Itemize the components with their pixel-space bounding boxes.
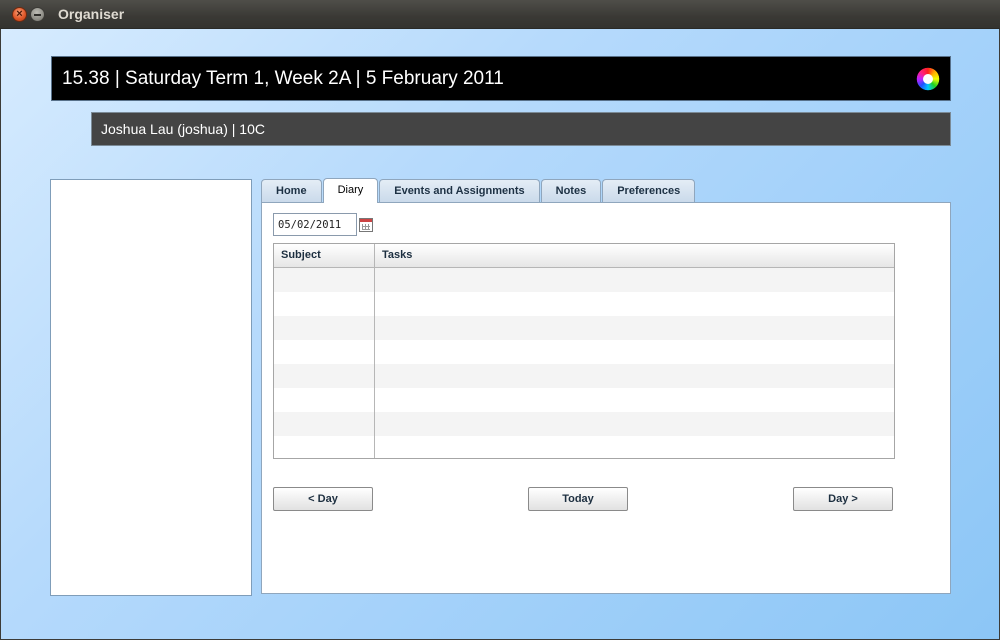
date-header: 15.38 | Saturday Term 1, Week 2A | 5 Feb… xyxy=(51,56,951,101)
table-body xyxy=(274,268,894,458)
subject-cell xyxy=(274,388,375,412)
previous-day-button[interactable]: < Day xyxy=(273,487,373,511)
column-header-subject[interactable]: Subject xyxy=(274,244,375,267)
today-button[interactable]: Today xyxy=(528,487,628,511)
tab-diary[interactable]: Diary xyxy=(322,178,379,203)
tasks-cell xyxy=(375,292,894,316)
tasks-cell xyxy=(375,364,894,388)
date-header-text: 15.38 | Saturday Term 1, Week 2A | 5 Feb… xyxy=(62,68,504,89)
tasks-cell xyxy=(375,340,894,364)
table-row[interactable] xyxy=(274,436,894,458)
subject-cell xyxy=(274,364,375,388)
table-row[interactable] xyxy=(274,292,894,316)
diary-table: Subject Tasks xyxy=(273,243,895,459)
date-input[interactable]: 05/02/2011 xyxy=(273,213,357,236)
tab-home[interactable]: Home xyxy=(261,179,322,203)
next-day-button[interactable]: Day > xyxy=(793,487,893,511)
tasks-cell xyxy=(375,388,894,412)
app-window: × Organiser 15.38 | Saturday Term 1, Wee… xyxy=(0,0,1000,640)
tasks-cell xyxy=(375,268,894,292)
window-title: Organiser xyxy=(58,6,125,22)
subject-cell xyxy=(274,316,375,340)
user-bar: Joshua Lau (joshua) | 10C xyxy=(91,112,951,146)
subject-cell xyxy=(274,340,375,364)
minimize-icon[interactable] xyxy=(30,7,45,22)
tasks-cell xyxy=(375,436,894,458)
tasks-cell xyxy=(375,316,894,340)
tab-events-and-assignments[interactable]: Events and Assignments xyxy=(379,179,540,203)
table-row[interactable] xyxy=(274,388,894,412)
calendar-icon[interactable] xyxy=(359,218,373,232)
subject-cell xyxy=(274,436,375,458)
table-row[interactable] xyxy=(274,316,894,340)
subject-cell xyxy=(274,412,375,436)
diary-panel: 05/02/2011 Subject Tasks < Day Today Day… xyxy=(261,202,951,594)
tab-preferences[interactable]: Preferences xyxy=(602,179,696,203)
table-header: Subject Tasks xyxy=(274,244,894,268)
school-logo-icon xyxy=(915,66,941,92)
side-panel xyxy=(50,179,252,596)
table-row[interactable] xyxy=(274,268,894,292)
column-header-tasks[interactable]: Tasks xyxy=(375,244,894,267)
tab-bar: Home Diary Events and Assignments Notes … xyxy=(261,178,696,203)
user-info: Joshua Lau (joshua) | 10C xyxy=(101,121,265,137)
title-bar: × Organiser xyxy=(0,0,1000,29)
table-row[interactable] xyxy=(274,412,894,436)
subject-cell xyxy=(274,292,375,316)
tasks-cell xyxy=(375,412,894,436)
tab-notes[interactable]: Notes xyxy=(540,179,602,203)
main-content: 15.38 | Saturday Term 1, Week 2A | 5 Feb… xyxy=(1,29,999,639)
table-row[interactable] xyxy=(274,364,894,388)
close-icon[interactable]: × xyxy=(12,7,27,22)
table-row[interactable] xyxy=(274,340,894,364)
subject-cell xyxy=(274,268,375,292)
